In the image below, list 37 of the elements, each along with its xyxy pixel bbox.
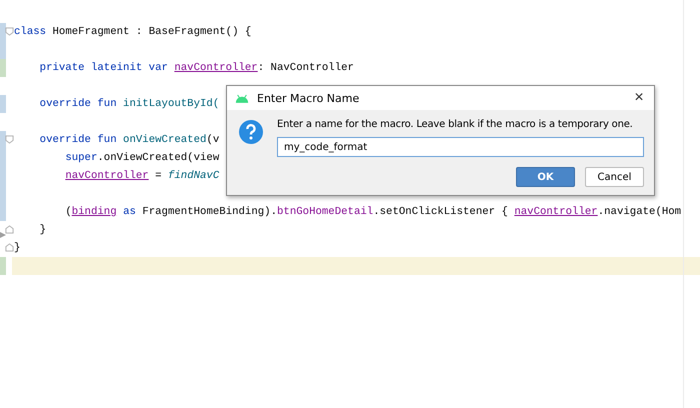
keyword: as xyxy=(122,206,137,218)
dialog-title: Enter Macro Name xyxy=(257,92,360,104)
keyword: class xyxy=(14,26,46,38)
fold-icon[interactable] xyxy=(5,135,14,144)
code-text: FragmentHomeBinding). xyxy=(142,206,277,218)
function-name: initLayoutById( xyxy=(123,98,220,110)
fold-icon[interactable] xyxy=(5,27,14,36)
code-text: HomeFragment : BaseFragment() { xyxy=(52,26,252,38)
close-button[interactable]: × xyxy=(624,86,654,110)
code-text: = xyxy=(154,170,163,182)
code-text: (v xyxy=(206,134,220,146)
dialog-message: Enter a name for the macro. Leave blank if the macro is a temporary one. xyxy=(277,119,634,130)
code-text: : NavController xyxy=(258,62,354,74)
fold-end-icon[interactable] xyxy=(5,243,14,252)
member-name: btnGoHomeDetail xyxy=(277,206,374,218)
code-text: ( xyxy=(64,206,72,218)
function-call: findNavC xyxy=(168,170,220,182)
cancel-button[interactable]: Cancel xyxy=(585,167,644,187)
property-name: navController xyxy=(514,206,598,218)
code-text: } xyxy=(38,224,46,236)
property-name: binding xyxy=(72,206,117,218)
macro-name-field[interactable]: my_code_format xyxy=(277,137,644,157)
keyword: super xyxy=(64,152,98,164)
code-text: .onViewCreated(view xyxy=(97,152,220,164)
keyword: override fun xyxy=(38,98,118,110)
property-name: navController xyxy=(174,62,258,74)
ok-button[interactable]: OK xyxy=(516,167,575,187)
property-name: navController xyxy=(64,170,149,182)
keyword: override fun xyxy=(38,134,118,146)
code-text: .navigate(Hom xyxy=(598,206,682,218)
question-icon xyxy=(239,120,263,144)
fold-end-icon[interactable] xyxy=(5,225,14,234)
code-text: } xyxy=(14,242,20,254)
code-text: .setOnClickListener { xyxy=(373,206,509,218)
keyword: private lateinit var xyxy=(38,62,169,74)
android-icon xyxy=(235,94,249,102)
function-name: onViewCreated xyxy=(123,134,206,146)
